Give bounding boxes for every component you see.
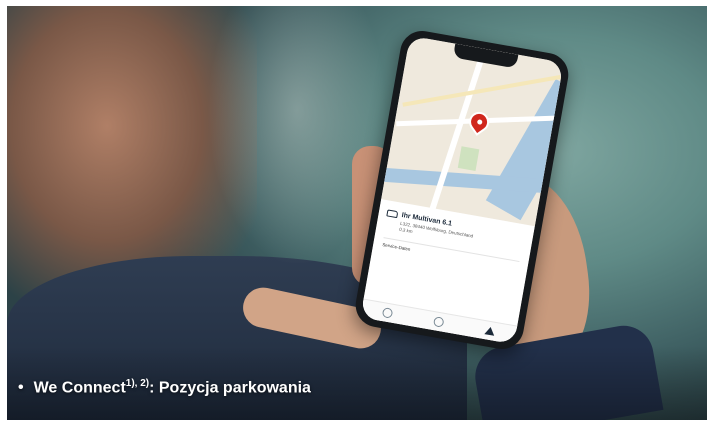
tab-map-icon[interactable] — [484, 326, 496, 336]
caption: • We Connect1), 2): Pozycja parkowania — [18, 378, 311, 397]
map-view — [375, 35, 564, 227]
caption-bullet: • — [18, 379, 24, 397]
caption-footnote: 1), 2) — [125, 378, 150, 389]
tab-home-icon[interactable] — [381, 307, 394, 319]
car-icon — [386, 209, 399, 219]
caption-title: We Connect — [33, 379, 126, 397]
photo-frame: Ihr Multivan 6.1 L322, 38440 Wolfsburg, … — [7, 6, 707, 420]
parking-location-pin-icon[interactable] — [465, 108, 494, 136]
tab-vehicle-icon[interactable] — [432, 316, 445, 328]
vehicle-info-sheet: Ihr Multivan 6.1 L322, 38440 Wolfsburg, … — [360, 198, 535, 345]
caption-text: : Pozycja parkowania — [149, 379, 311, 397]
